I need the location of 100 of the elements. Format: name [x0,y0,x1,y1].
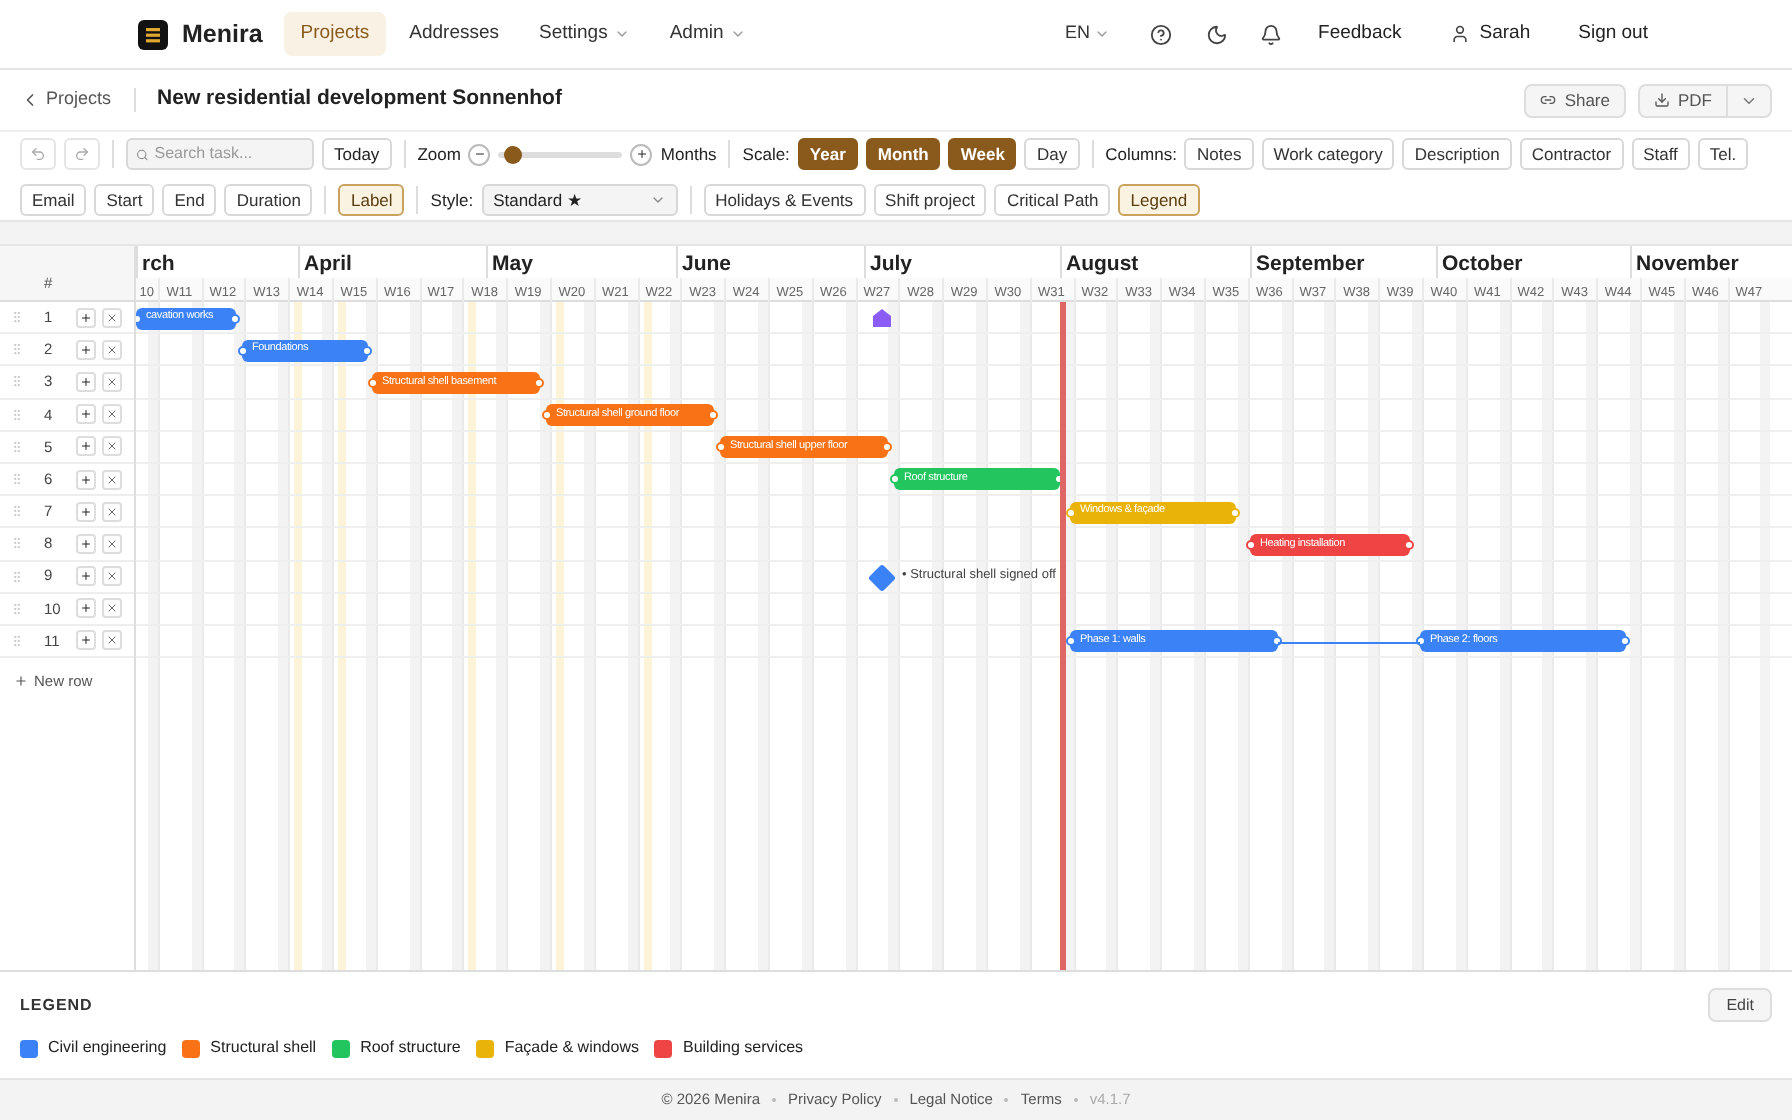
app-name: Menira [182,17,263,52]
zoom-out-button[interactable] [468,143,491,165]
house-marker-icon[interactable] [872,308,892,328]
toggle-button[interactable]: Contractor [1519,138,1624,170]
undo-icon [30,146,46,162]
project-title: New residential development Sonnenhof [157,84,562,115]
month-label: October [1442,250,1523,280]
delete-row-button[interactable] [102,307,122,328]
close-icon [106,311,118,324]
delete-row-button[interactable] [102,404,122,425]
language-select[interactable]: EN [1065,20,1111,48]
add-row-button[interactable] [76,307,96,328]
user-menu[interactable]: Sarah [1479,19,1531,49]
toggle-button[interactable]: Notes [1184,138,1254,170]
today-button[interactable]: Today [322,138,392,170]
add-row-button[interactable] [76,371,96,392]
slider-thumb[interactable] [503,145,522,163]
delete-row-button[interactable] [102,630,122,651]
month-label: July [870,250,913,280]
undo-button[interactable] [20,138,56,170]
add-row-button[interactable] [76,598,96,619]
add-row-button[interactable] [76,630,96,651]
search-icon [136,147,149,161]
delete-row-button[interactable] [102,566,122,587]
add-row-button[interactable] [76,501,96,522]
edit-button[interactable]: Edit [1708,988,1772,1022]
sign-out-link[interactable]: Sign out [1578,19,1648,49]
nav-item[interactable]: Addresses [393,12,516,56]
add-row-button[interactable] [76,469,96,490]
toggle-button[interactable]: Legend [1118,184,1200,216]
close-icon [106,473,118,486]
nav-item[interactable]: Settings [523,12,646,56]
style-label: Style: [430,187,474,213]
nav-item[interactable]: Admin [653,12,762,56]
feedback-link[interactable]: Feedback [1318,19,1402,49]
plus-icon [80,473,92,486]
legend-label: Façade & windows [504,1036,639,1060]
zoom-unit: Months [660,141,717,167]
delete-row-button[interactable] [102,436,122,457]
toggle-button[interactable]: Month [865,138,941,170]
month-label: November [1636,250,1739,280]
moon-icon[interactable] [1206,23,1229,45]
close-icon [106,375,118,388]
close-icon [106,634,118,647]
zoom-slider[interactable] [498,151,623,157]
delete-row-button[interactable] [102,501,122,522]
style-select[interactable]: Standard ★ [481,184,678,216]
toggle-button[interactable]: Year [797,138,858,170]
bell-icon[interactable] [1260,23,1283,45]
toggle-button[interactable]: Email [20,184,87,216]
toggle-button[interactable]: End [162,184,217,216]
toggle-button[interactable]: Critical Path [994,184,1111,216]
toggle-button[interactable]: Shift project [873,184,987,216]
toggle-button[interactable]: Description [1402,138,1512,170]
toggle-button[interactable]: Staff [1631,138,1690,170]
toggle-button[interactable]: Day [1024,138,1080,170]
search-input[interactable]: Search task... [154,142,304,166]
legend-label: Building services [682,1036,804,1060]
help-icon[interactable] [1150,23,1173,45]
month-label: April [304,250,352,280]
nav-item[interactable]: Projects [284,12,386,56]
close-icon [106,440,118,453]
pdf-button[interactable]: PDF [1638,83,1728,117]
toggle-button[interactable]: Duration [224,184,313,216]
add-row-button[interactable] [76,404,96,425]
share-button[interactable]: Share [1524,83,1626,117]
plus-icon [80,343,92,356]
dependency-line [1278,642,1420,644]
back-link[interactable]: Projects [46,86,112,114]
close-icon [106,343,118,356]
toggle-button[interactable]: Start [94,184,155,216]
delete-row-button[interactable] [102,469,122,490]
toggle-button[interactable]: Holidays & Events [703,184,866,216]
add-row-button[interactable] [76,533,96,554]
toggle-button[interactable]: Tel. [1697,138,1749,170]
chevron-down-icon [613,26,630,42]
redo-button[interactable] [64,138,100,170]
user-icon [1449,24,1470,44]
add-row-button[interactable] [76,339,96,360]
add-row-button[interactable] [76,436,96,457]
toggle-button[interactable]: Label [338,184,405,216]
close-icon [106,602,118,615]
toggle-button[interactable]: Work category [1261,138,1395,170]
add-row-button[interactable] [76,566,96,587]
chevron-down-icon [729,26,746,42]
legend-label: Structural shell [210,1036,317,1060]
zoom-label: Zoom [417,141,461,167]
plus-icon [635,148,648,160]
close-icon [106,570,118,583]
scale-label: Scale: [742,141,790,167]
delete-row-button[interactable] [102,533,122,554]
plus-icon [80,570,92,583]
download-icon [1654,92,1670,108]
delete-row-button[interactable] [102,339,122,360]
toggle-button[interactable]: Week [948,138,1017,170]
delete-row-button[interactable] [102,371,122,392]
delete-row-button[interactable] [102,598,122,619]
zoom-in-button[interactable] [630,143,653,165]
search-field[interactable]: Search task... [126,138,314,170]
legend-label: Roof structure [360,1036,461,1060]
